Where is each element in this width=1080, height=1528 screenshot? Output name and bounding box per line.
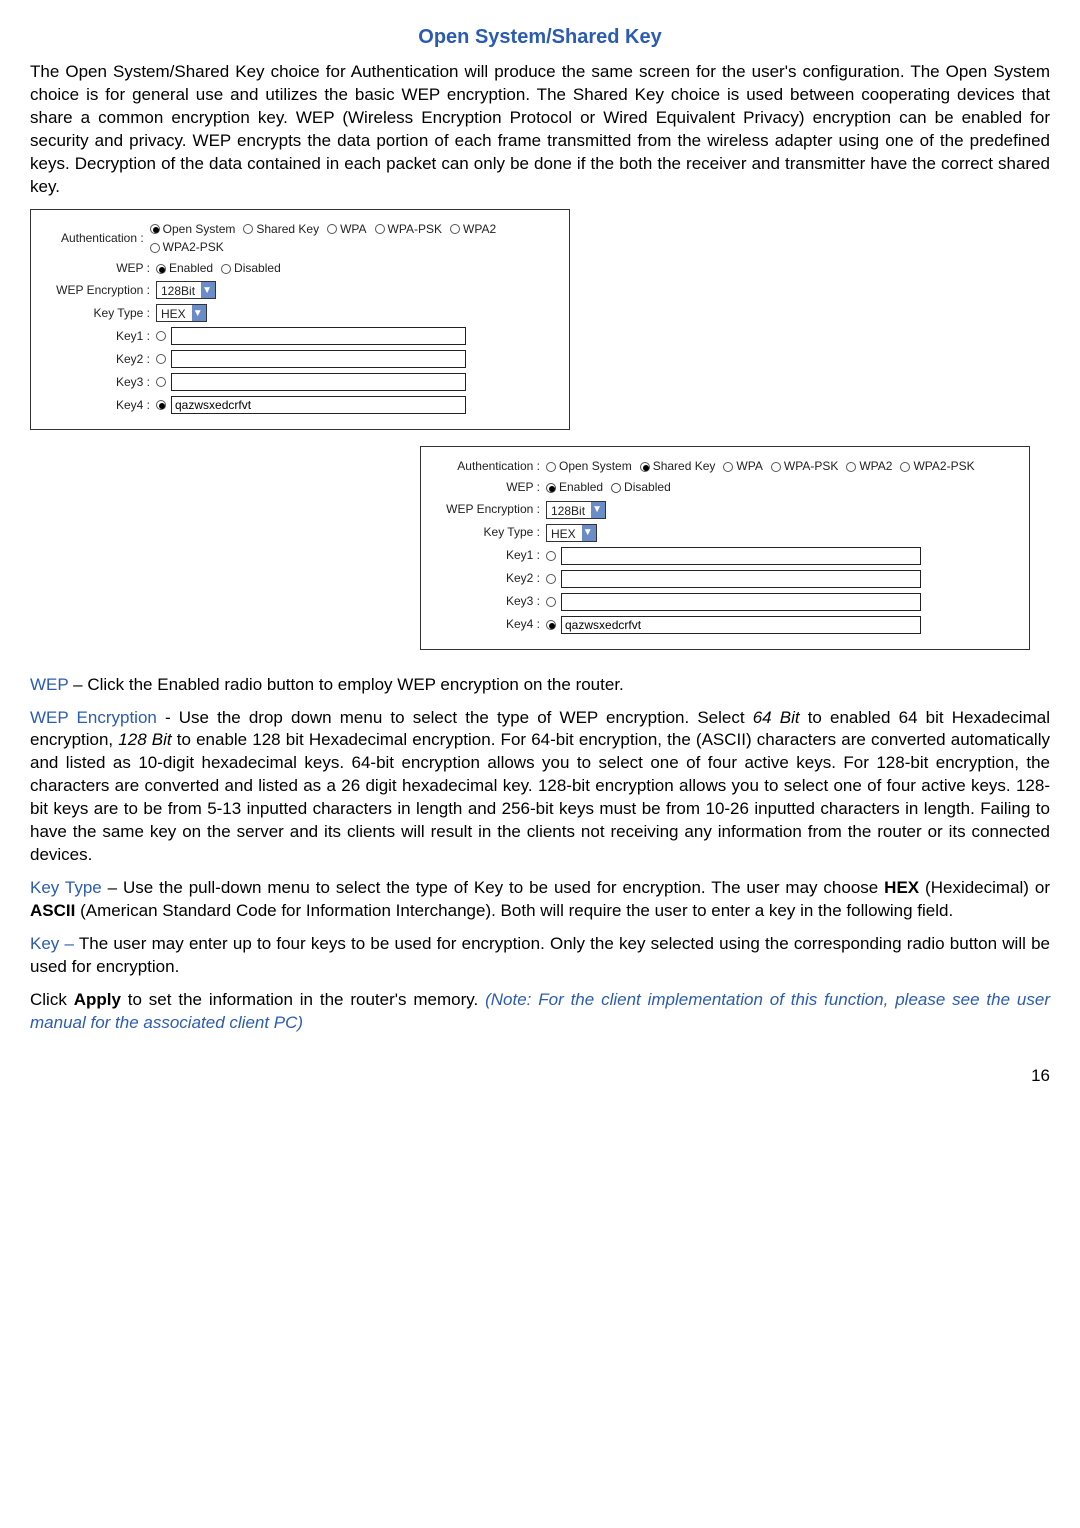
apply-paragraph: Click Apply to set the information in th… — [30, 989, 1050, 1035]
auth-wpa2-psk[interactable]: WPA2-PSK — [900, 458, 974, 474]
auth-shared-key[interactable]: Shared Key — [243, 221, 319, 237]
key3-input[interactable] — [171, 373, 466, 391]
key1-radio[interactable] — [546, 551, 556, 561]
key4-input[interactable] — [171, 396, 466, 414]
key-type-select[interactable]: HEX▼ — [156, 304, 207, 322]
auth-label: Authentication : — [41, 230, 150, 246]
wep-disabled[interactable]: Disabled — [221, 260, 281, 276]
page-number: 16 — [30, 1065, 1050, 1088]
key3-radio[interactable] — [156, 377, 166, 387]
wep-disabled[interactable]: Disabled — [611, 479, 671, 495]
key2-label: Key2 : — [431, 570, 546, 586]
wep-encryption-term: WEP Encryption — [30, 708, 157, 727]
key2-radio[interactable] — [156, 354, 166, 364]
wep-label: WEP : — [431, 479, 546, 495]
key-term: Key – — [30, 934, 74, 953]
wep-label: WEP : — [41, 260, 156, 276]
key3-label: Key3 : — [431, 593, 546, 609]
key4-radio[interactable] — [546, 620, 556, 630]
auth-wpa[interactable]: WPA — [327, 221, 366, 237]
auth-label: Authentication : — [431, 458, 546, 474]
wep-encryption-label: WEP Encryption : — [41, 282, 156, 298]
key4-label: Key4 : — [431, 616, 546, 632]
wep-enabled[interactable]: Enabled — [546, 479, 603, 495]
key-type-select[interactable]: HEX▼ — [546, 524, 597, 542]
page-title: Open System/Shared Key — [30, 24, 1050, 51]
chevron-down-icon: ▼ — [582, 525, 596, 541]
auth-panel-open-system: Authentication : Open System Shared Key … — [30, 209, 570, 431]
auth-shared-key[interactable]: Shared Key — [640, 458, 716, 474]
auth-wpa[interactable]: WPA — [723, 458, 762, 474]
key2-input[interactable] — [561, 570, 921, 588]
wep-encryption-label: WEP Encryption : — [431, 501, 546, 517]
key1-input[interactable] — [561, 547, 921, 565]
key2-label: Key2 : — [41, 351, 156, 367]
auth-wpa2[interactable]: WPA2 — [846, 458, 892, 474]
wep-term: WEP — [30, 675, 68, 694]
key2-input[interactable] — [171, 350, 466, 368]
wep-encryption-definition: WEP Encryption - Use the drop down menu … — [30, 707, 1050, 868]
auth-panel-shared-key: Authentication : Open System Shared Key … — [420, 446, 1030, 649]
auth-wpa2[interactable]: WPA2 — [450, 221, 496, 237]
key3-radio[interactable] — [546, 597, 556, 607]
auth-open-system[interactable]: Open System — [546, 458, 632, 474]
key1-label: Key1 : — [41, 328, 156, 344]
key1-label: Key1 : — [431, 547, 546, 563]
key4-label: Key4 : — [41, 397, 156, 413]
wep-encryption-select[interactable]: 128Bit▼ — [156, 281, 216, 299]
key-type-definition: Key Type – Use the pull-down menu to sel… — [30, 877, 1050, 923]
key4-radio[interactable] — [156, 400, 166, 410]
auth-open-system[interactable]: Open System — [150, 221, 236, 237]
chevron-down-icon: ▼ — [192, 305, 206, 321]
key3-label: Key3 : — [41, 374, 156, 390]
key-type-label: Key Type : — [431, 524, 546, 540]
key-definition: Key – The user may enter up to four keys… — [30, 933, 1050, 979]
chevron-down-icon: ▼ — [201, 282, 215, 298]
key-type-term: Key Type — [30, 878, 102, 897]
key1-input[interactable] — [171, 327, 466, 345]
auth-wpa-psk[interactable]: WPA-PSK — [375, 221, 442, 237]
wep-definition: WEP – Click the Enabled radio button to … — [30, 674, 1050, 697]
wep-encryption-select[interactable]: 128Bit▼ — [546, 501, 606, 519]
key2-radio[interactable] — [546, 574, 556, 584]
auth-wpa-psk[interactable]: WPA-PSK — [771, 458, 838, 474]
key4-input[interactable] — [561, 616, 921, 634]
chevron-down-icon: ▼ — [591, 502, 605, 518]
wep-enabled[interactable]: Enabled — [156, 260, 213, 276]
intro-paragraph: The Open System/Shared Key choice for Au… — [30, 61, 1050, 199]
key-type-label: Key Type : — [41, 305, 156, 321]
key1-radio[interactable] — [156, 331, 166, 341]
key3-input[interactable] — [561, 593, 921, 611]
auth-wpa2-psk[interactable]: WPA2-PSK — [150, 239, 224, 255]
